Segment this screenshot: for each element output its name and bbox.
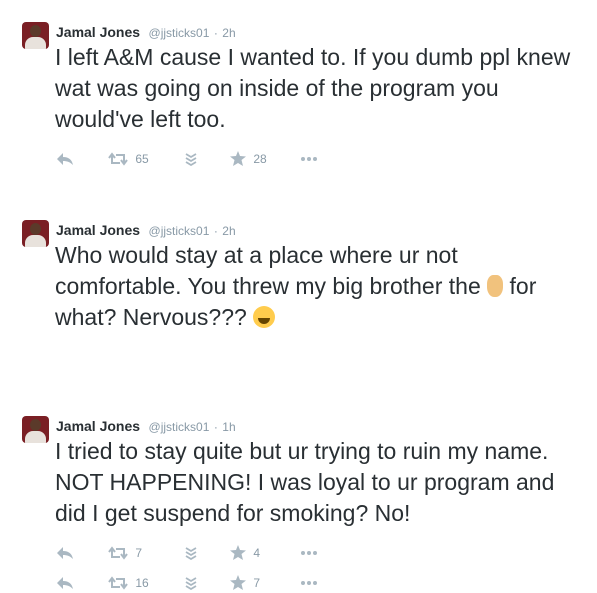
more-icon: [301, 580, 317, 585]
author-handle[interactable]: @jjsticks01: [149, 420, 210, 434]
retweet-button[interactable]: 7: [108, 542, 142, 562]
more-button[interactable]: [300, 148, 318, 168]
author-name[interactable]: Jamal Jones: [56, 418, 140, 434]
author-handle[interactable]: @jjsticks01: [149, 26, 210, 40]
favorite-button[interactable]: 4: [230, 542, 260, 562]
tears-of-joy-emoji: [253, 306, 276, 328]
stack-icon: [185, 547, 197, 560]
favorite-button[interactable]: 7: [230, 572, 260, 592]
separator: ·: [213, 224, 218, 238]
tweet-text: I tried to stay quite but ur trying to r…: [55, 438, 555, 526]
more-button[interactable]: [300, 542, 318, 562]
retweet-button[interactable]: 65: [108, 148, 149, 168]
timestamp[interactable]: 2h: [222, 26, 235, 40]
author-name[interactable]: Jamal Jones: [56, 222, 140, 238]
star-icon: [230, 545, 246, 561]
more-icon: [301, 550, 317, 555]
avatar[interactable]: [22, 22, 49, 49]
collection-button[interactable]: [184, 542, 198, 562]
favorite-count: 28: [253, 151, 267, 166]
tweet-text: I left A&M cause I wanted to. If you dum…: [55, 44, 571, 132]
retweet-icon: [108, 576, 128, 590]
tweet-header: Jamal Jones @jjsticks01 · 2h: [56, 22, 236, 42]
reply-button[interactable]: [56, 148, 74, 168]
timestamp[interactable]: 2h: [222, 224, 235, 238]
star-icon: [230, 151, 246, 167]
more-button[interactable]: [300, 572, 318, 592]
reply-button[interactable]: [56, 542, 74, 562]
favorite-button[interactable]: 28: [230, 148, 267, 168]
victory-hand-emoji: [487, 275, 504, 297]
avatar[interactable]: [22, 220, 49, 247]
retweet-icon: [108, 152, 128, 166]
stack-icon: [185, 153, 197, 166]
tweet-text-part: Who would stay at a place where ur not c…: [55, 242, 488, 299]
tweet-header: Jamal Jones @jjsticks01 · 2h: [56, 220, 236, 240]
favorite-count: 7: [253, 575, 261, 590]
retweet-icon: [108, 546, 128, 560]
retweet-count: 16: [135, 575, 149, 590]
stack-icon: [185, 577, 197, 590]
collection-button[interactable]: [184, 572, 198, 592]
avatar[interactable]: [22, 416, 49, 443]
collection-button[interactable]: [184, 148, 198, 168]
author-name[interactable]: Jamal Jones: [56, 24, 140, 40]
reply-icon: [57, 576, 73, 589]
reply-icon: [57, 152, 73, 165]
timestamp[interactable]: 1h: [222, 420, 235, 434]
tweet-header: Jamal Jones @jjsticks01 · 1h: [56, 416, 236, 436]
separator: ·: [213, 420, 218, 434]
favorite-count: 4: [253, 545, 261, 560]
more-icon: [301, 156, 317, 161]
reply-button[interactable]: [56, 572, 74, 592]
author-handle[interactable]: @jjsticks01: [149, 224, 210, 238]
separator: ·: [213, 26, 218, 40]
tweet-text: Who would stay at a place where ur not c…: [55, 240, 585, 333]
retweet-count: 65: [135, 151, 149, 166]
retweet-button[interactable]: 16: [108, 572, 149, 592]
retweet-count: 7: [135, 545, 143, 560]
star-icon: [230, 575, 246, 591]
reply-icon: [57, 546, 73, 559]
